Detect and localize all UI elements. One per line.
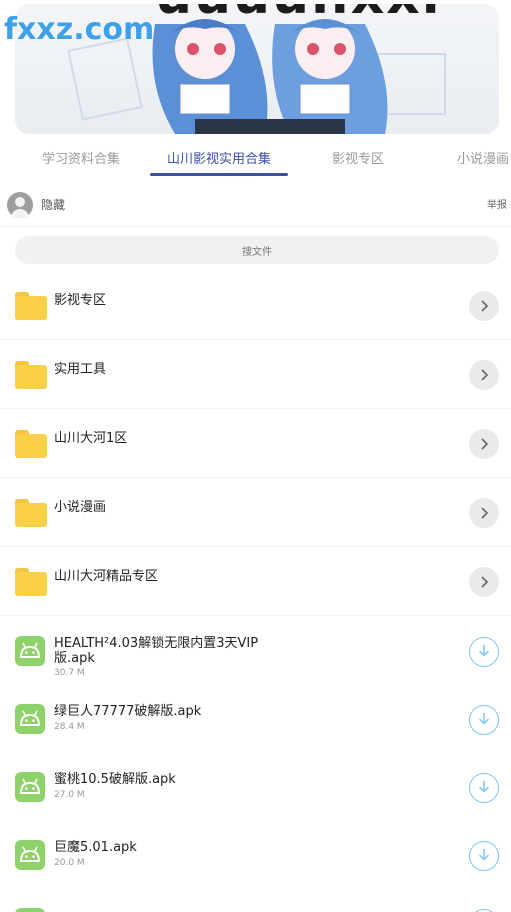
android-icon [15,704,45,734]
download-icon[interactable] [469,705,499,735]
folder-icon [15,568,47,596]
folder-name: 实用工具 [54,362,107,377]
avatar[interactable] [7,192,33,218]
owner-name: 隐藏 [41,198,66,212]
folder-row[interactable]: 山川大河精品专区 [0,548,511,616]
chevron-right-icon[interactable] [469,498,499,528]
chevron-right-icon[interactable] [469,429,499,459]
tab-video-zone[interactable]: 影视专区 [332,148,384,167]
folder-row[interactable]: 影视专区 [0,272,511,340]
search-input[interactable]: 搜文件 [15,236,499,264]
folder-row[interactable]: 实用工具 [0,341,511,409]
download-icon[interactable] [469,841,499,871]
banner-title-text: uuuuiixxi [155,4,442,26]
file-name: 巨魔5.01.apk [54,840,137,855]
folder-name: 小说漫画 [54,500,107,515]
folder-name: 影视专区 [54,293,107,308]
chevron-right-icon[interactable] [469,360,499,390]
folder-row[interactable]: 小说漫画 [0,479,511,547]
tab-study-materials[interactable]: 学习资料合集 [42,148,120,167]
folder-icon [15,499,47,527]
download-icon[interactable] [469,773,499,803]
file-size: 20.0 M [54,858,85,868]
android-icon [15,840,45,870]
tab-novel-comics[interactable]: 小说漫画 [457,148,509,167]
owner-row: 隐藏 举报 [0,188,511,222]
folder-name: 山川大河精品专区 [54,569,159,584]
chevron-right-icon[interactable] [469,291,499,321]
tab-shanchuan-collection[interactable]: 山川影视实用合集 [167,148,271,167]
folder-row[interactable]: 山川大河1区 [0,410,511,478]
search-placeholder: 搜文件 [242,247,272,258]
category-tabs: 学习资料合集 山川影视实用合集 影视专区 小说漫画 [0,140,511,176]
file-name: HEALTH²4.03解锁无限内置3天VIP版.apk [54,636,259,666]
file-name: 蜜桃10.5破解版.apk [54,772,176,787]
android-icon [15,636,45,666]
file-row[interactable]: 绿巨人77777破解版.apk 28.4 M [0,696,511,752]
active-tab-indicator [150,173,288,176]
chevron-right-icon[interactable] [469,567,499,597]
folder-icon [15,361,47,389]
file-row[interactable]: 蜜桃10.5破解版.apk 27.0 M [0,764,511,820]
file-size: 28.4 M [54,722,85,732]
file-size: 30.7 M [54,668,85,678]
folder-icon [15,292,47,320]
banner-area: uuuuiixxi fxxz.com [0,0,511,140]
file-row[interactable]: 巨魔5.01.apk 20.0 M [0,832,511,888]
download-icon[interactable] [469,637,499,667]
folder-icon [15,430,47,458]
folder-name: 山川大河1区 [54,431,128,446]
file-row-partial[interactable] [0,900,511,912]
watermark-text: fxxz.com [4,12,155,47]
file-name: 绿巨人77777破解版.apk [54,704,202,719]
file-row[interactable]: HEALTH²4.03解锁无限内置3天VIP版.apk 30.7 M [0,628,511,684]
file-size: 27.0 M [54,790,85,800]
report-button[interactable]: 举报 [487,196,507,211]
android-icon [15,772,45,802]
divider [0,226,511,227]
android-icon [15,908,45,912]
